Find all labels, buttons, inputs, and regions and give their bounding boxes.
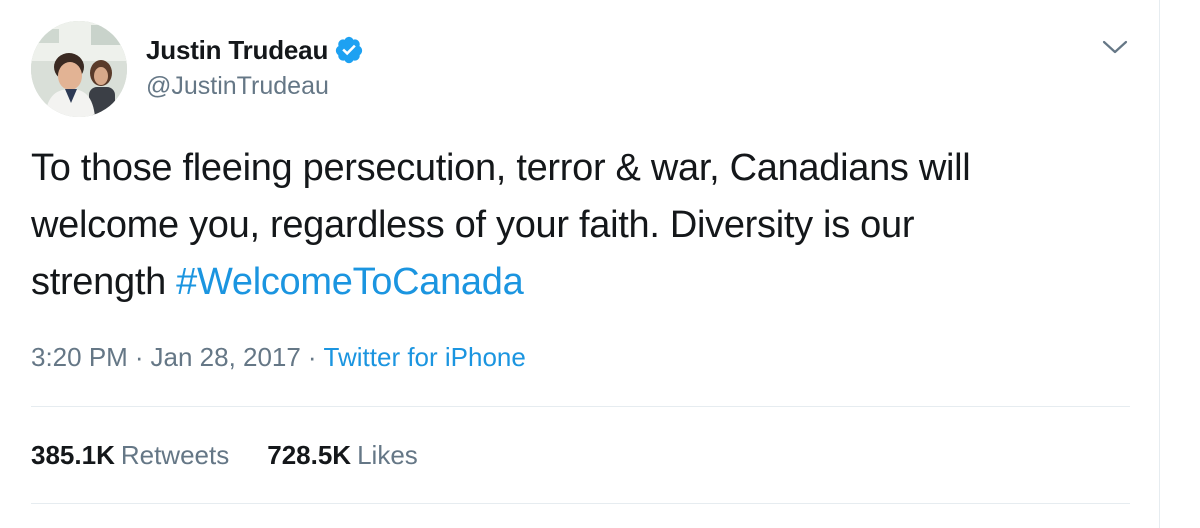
tweet-source-link[interactable]: Twitter for iPhone <box>324 342 526 372</box>
likes-stat[interactable]: 728.5K Likes <box>267 440 418 471</box>
display-name[interactable]: Justin Trudeau <box>146 35 328 66</box>
divider <box>31 406 1130 407</box>
tweet-text-line: welcome you, regardless of your faith. D… <box>31 204 915 246</box>
column-border <box>1159 0 1160 528</box>
tweet-meta: 3:20 PM · Jan 28, 2017 · Twitter for iPhone <box>31 342 526 373</box>
avatar-photo-icon <box>31 21 127 117</box>
verified-badge-icon <box>335 36 363 64</box>
tweet-card: Justin Trudeau @JustinTrudeau To those f… <box>0 0 1159 528</box>
author-block[interactable]: Justin Trudeau @JustinTrudeau <box>146 32 364 101</box>
meta-separator: · <box>307 342 317 372</box>
tweet-text-line: To those fleeing persecution, terror & w… <box>31 147 971 189</box>
avatar[interactable] <box>31 21 127 117</box>
retweets-count: 385.1K <box>31 440 115 470</box>
chevron-down-icon[interactable] <box>1100 36 1130 58</box>
author-handle[interactable]: @JustinTrudeau <box>146 72 364 101</box>
retweets-label: Retweets <box>120 440 230 470</box>
tweet-text: To those fleeing persecution, terror & w… <box>31 140 1136 311</box>
hashtag-link[interactable]: #WelcomeToCanada <box>176 261 524 303</box>
tweet-page: Justin Trudeau @JustinTrudeau To those f… <box>0 0 1200 528</box>
tweet-text-fragment: strength <box>31 261 177 303</box>
tweet-time[interactable]: 3:20 PM <box>31 342 128 372</box>
retweets-stat[interactable]: 385.1K Retweets <box>31 440 229 471</box>
tweet-text-line: strength #WelcomeToCanada <box>31 254 1136 311</box>
tweet-date[interactable]: Jan 28, 2017 <box>151 342 301 372</box>
meta-separator: · <box>134 342 144 372</box>
likes-count: 728.5K <box>267 440 352 470</box>
tweet-stats: 385.1K Retweets 728.5K Likes <box>31 440 456 471</box>
name-row: Justin Trudeau <box>146 32 364 68</box>
likes-label: Likes <box>357 440 418 470</box>
divider <box>31 503 1130 504</box>
